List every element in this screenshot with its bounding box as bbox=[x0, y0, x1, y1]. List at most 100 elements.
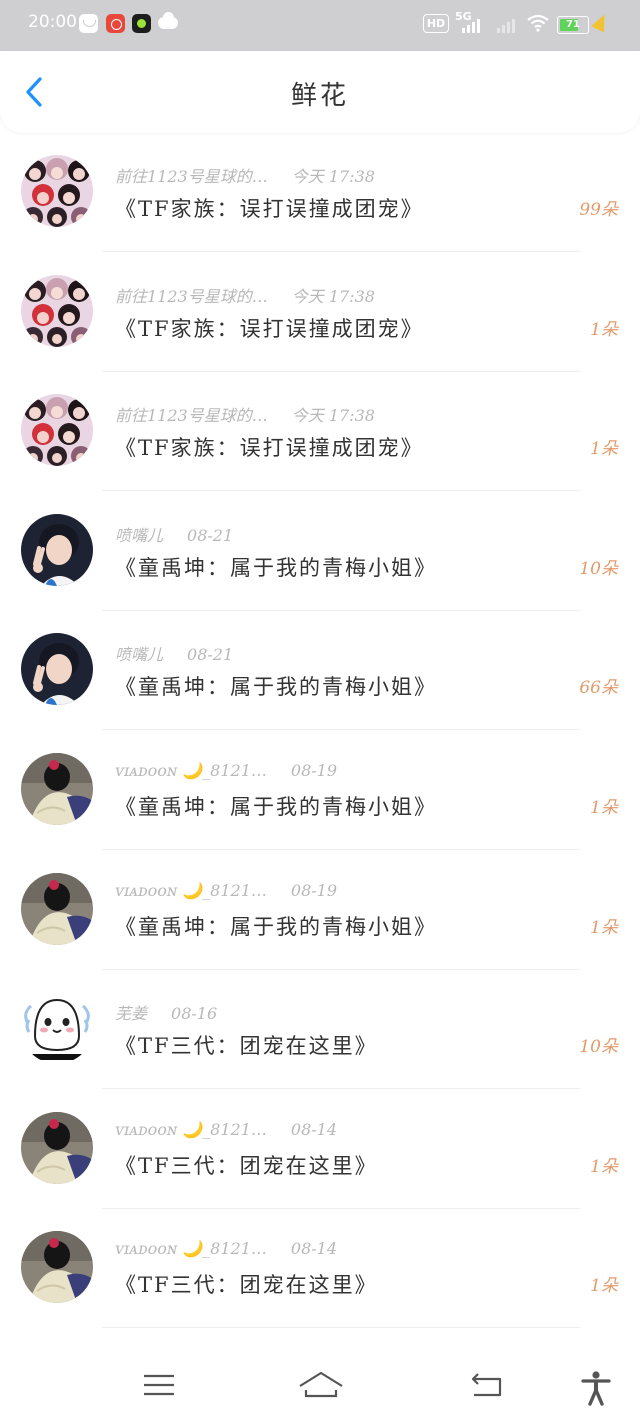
item-meta: 喷嘴儿 08-21 bbox=[115, 641, 233, 665]
timestamp: 08-21 bbox=[187, 645, 234, 664]
sender-name[interactable]: 喷嘴儿 bbox=[115, 641, 163, 665]
flower-count: 1朵 bbox=[590, 918, 618, 938]
avatar[interactable] bbox=[21, 394, 93, 466]
page-title: 鲜花 bbox=[290, 81, 349, 111]
item-meta: 前往1123号星球的… 今天 17:38 bbox=[115, 402, 375, 426]
divider bbox=[102, 1088, 580, 1089]
menu-button[interactable] bbox=[140, 1370, 184, 1406]
list-item[interactable]: 前往1123号星球的… 今天 17:38 《TF家族：误打误撞成团宠》 1朵 bbox=[0, 253, 640, 372]
book-title[interactable]: 《童禹坤：属于我的青梅小姐》 bbox=[115, 791, 437, 821]
item-meta: 芜姜 08-16 bbox=[115, 1000, 217, 1024]
list-item[interactable]: 芜姜 08-16 《TF三代：团宠在这里》 10朵 bbox=[0, 970, 640, 1089]
network-type-label: 5G bbox=[455, 10, 472, 23]
timestamp: 08-21 bbox=[187, 526, 234, 545]
status-time: 20:00 bbox=[28, 12, 77, 32]
flower-count: 10朵 bbox=[579, 559, 618, 579]
avatar[interactable] bbox=[21, 155, 93, 227]
sender-name[interactable]: 喷嘴儿 bbox=[115, 522, 163, 546]
shopping-app-icon bbox=[106, 14, 125, 33]
list-item[interactable]: ᴠɪᴀᴅᴏᴏɴ 🌙_8121… 08-14 《TF三代：团宠在这里》 1朵 bbox=[0, 1209, 640, 1328]
list-item[interactable]: 前往1123号星球的… 今天 17:38 《TF家族：误打误撞成团宠》 99朵 bbox=[0, 133, 640, 252]
book-title[interactable]: 《童禹坤：属于我的青梅小姐》 bbox=[115, 671, 437, 701]
timestamp: 08-16 bbox=[171, 1004, 218, 1023]
book-title[interactable]: 《TF三代：团宠在这里》 bbox=[115, 1150, 378, 1180]
flower-count: 1朵 bbox=[590, 1276, 618, 1296]
sender-name[interactable]: 前往1123号星球的… bbox=[115, 283, 268, 307]
item-meta: ᴠɪᴀᴅᴏᴏɴ 🌙_8121… 08-19 bbox=[115, 881, 337, 900]
timestamp: 08-19 bbox=[290, 881, 338, 900]
message-app-icon bbox=[79, 14, 98, 33]
home-button[interactable] bbox=[298, 1370, 343, 1406]
sender-name[interactable]: ᴠɪᴀᴅᴏᴏɴ 🌙_8121… bbox=[115, 881, 267, 900]
sender-name[interactable]: ᴠɪᴀᴅᴏᴏɴ 🌙_8121… bbox=[115, 1120, 267, 1139]
divider bbox=[102, 251, 580, 252]
cloud-icon bbox=[158, 12, 178, 29]
return-icon bbox=[471, 1373, 502, 1397]
avatar[interactable] bbox=[21, 633, 93, 705]
sender-name[interactable]: 芜姜 bbox=[115, 1000, 147, 1024]
sender-name[interactable]: ᴠɪᴀᴅᴏᴏɴ 🌙_8121… bbox=[115, 761, 267, 780]
accessibility-button[interactable] bbox=[578, 1370, 622, 1406]
flower-count: 1朵 bbox=[590, 1157, 618, 1177]
flower-count: 1朵 bbox=[590, 798, 618, 818]
book-title[interactable]: 《TF家族：误打误撞成团宠》 bbox=[115, 432, 424, 462]
avatar[interactable] bbox=[21, 1112, 93, 1184]
wifi-icon bbox=[527, 14, 549, 36]
divider bbox=[102, 490, 580, 491]
book-title[interactable]: 《童禹坤：属于我的青梅小姐》 bbox=[115, 911, 437, 941]
hd-badge: HD bbox=[423, 14, 449, 33]
header: 鲜花 bbox=[0, 51, 640, 133]
flower-count: 1朵 bbox=[590, 439, 618, 459]
item-meta: ᴠɪᴀᴅᴏᴏɴ 🌙_8121… 08-14 bbox=[115, 1120, 337, 1139]
divider bbox=[102, 849, 580, 850]
avatar[interactable] bbox=[21, 275, 93, 347]
menu-icon bbox=[144, 1374, 174, 1396]
sender-name[interactable]: 前往1123号星球的… bbox=[115, 163, 268, 187]
accessibility-icon bbox=[581, 1371, 611, 1406]
divider bbox=[102, 1327, 580, 1328]
book-title[interactable]: 《TF家族：误打误撞成团宠》 bbox=[115, 313, 424, 343]
item-meta: 前往1123号星球的… 今天 17:38 bbox=[115, 163, 375, 187]
avatar[interactable] bbox=[21, 873, 93, 945]
divider bbox=[102, 729, 580, 730]
green-app-icon bbox=[132, 14, 151, 33]
avatar[interactable] bbox=[21, 514, 93, 586]
system-nav-bar bbox=[0, 1348, 640, 1427]
book-title[interactable]: 《TF三代：团宠在这里》 bbox=[115, 1269, 378, 1299]
item-meta: 前往1123号星球的… 今天 17:38 bbox=[115, 283, 375, 307]
list-item[interactable]: 喷嘴儿 08-21 《童禹坤：属于我的青梅小姐》 66朵 bbox=[0, 611, 640, 730]
list-item[interactable]: ᴠɪᴀᴅᴏᴏɴ 🌙_8121… 08-14 《TF三代：团宠在这里》 1朵 bbox=[0, 1090, 640, 1209]
list-item[interactable]: ᴠɪᴀᴅᴏᴏɴ 🌙_8121… 08-19 《童禹坤：属于我的青梅小姐》 1朵 bbox=[0, 731, 640, 850]
timestamp: 08-14 bbox=[290, 1239, 338, 1258]
flower-list: 前往1123号星球的… 今天 17:38 《TF家族：误打误撞成团宠》 99朵 前往11… bbox=[0, 133, 640, 1348]
book-title[interactable]: 《童禹坤：属于我的青梅小姐》 bbox=[115, 552, 437, 582]
item-meta: ᴠɪᴀᴅᴏᴏɴ 🌙_8121… 08-14 bbox=[115, 1239, 337, 1258]
item-meta: ᴠɪᴀᴅᴏᴏɴ 🌙_8121… 08-19 bbox=[115, 761, 337, 780]
flower-count: 66朵 bbox=[579, 678, 618, 698]
flower-count: 1朵 bbox=[590, 320, 618, 340]
timestamp: 08-14 bbox=[290, 1120, 338, 1139]
avatar[interactable] bbox=[21, 992, 93, 1064]
timestamp: 08-19 bbox=[290, 761, 338, 780]
return-button[interactable] bbox=[466, 1370, 510, 1406]
battery-icon: 71 bbox=[557, 16, 589, 34]
timestamp: 今天 17:38 bbox=[291, 406, 375, 425]
charging-icon bbox=[591, 11, 611, 33]
flower-count: 99朵 bbox=[579, 200, 618, 220]
avatar[interactable] bbox=[21, 1231, 93, 1303]
flower-count: 10朵 bbox=[579, 1037, 618, 1057]
list-item[interactable]: 前往1123号星球的… 今天 17:38 《TF家族：误打误撞成团宠》 1朵 bbox=[0, 372, 640, 491]
list-item[interactable]: 喷嘴儿 08-21 《童禹坤：属于我的青梅小姐》 10朵 bbox=[0, 492, 640, 611]
item-meta: 喷嘴儿 08-21 bbox=[115, 522, 233, 546]
book-title[interactable]: 《TF三代：团宠在这里》 bbox=[115, 1030, 378, 1060]
timestamp: 今天 17:38 bbox=[291, 167, 375, 186]
sender-name[interactable]: ᴠɪᴀᴅᴏᴏɴ 🌙_8121… bbox=[115, 1239, 267, 1258]
avatar[interactable] bbox=[21, 753, 93, 825]
book-title[interactable]: 《TF家族：误打误撞成团宠》 bbox=[115, 193, 424, 223]
list-item[interactable]: ᴠɪᴀᴅᴏᴏɴ 🌙_8121… 08-19 《童禹坤：属于我的青梅小姐》 1朵 bbox=[0, 851, 640, 970]
status-bar: 20:00 HD 5G 71 bbox=[0, 0, 640, 51]
sender-name[interactable]: 前往1123号星球的… bbox=[115, 402, 268, 426]
battery-text: 71 bbox=[566, 19, 580, 30]
home-icon bbox=[299, 1371, 343, 1398]
timestamp: 今天 17:38 bbox=[291, 287, 375, 306]
